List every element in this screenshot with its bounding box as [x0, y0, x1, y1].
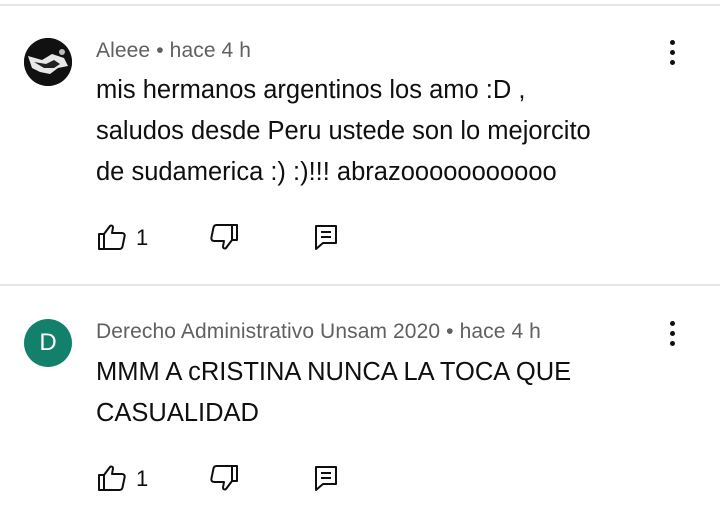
- avatar-letter: D: [39, 329, 57, 356]
- meta-separator: •: [446, 320, 454, 343]
- profile-image: [24, 38, 72, 86]
- comment-meta: Derecho Administrativo Unsam 2020 • hace 4…: [96, 320, 541, 344]
- reply-icon: [315, 466, 337, 491]
- like-button[interactable]: [96, 462, 128, 494]
- author-name[interactable]: Derecho Administrativo Unsam 2020: [96, 320, 440, 343]
- comment-actions: 1: [96, 462, 356, 494]
- author-name[interactable]: Aleee: [96, 39, 150, 62]
- thumbs-down-icon: [210, 224, 238, 250]
- comment-text-line: mis hermanos argentinos los amo :D ,: [96, 76, 526, 104]
- like-button[interactable]: [96, 221, 128, 253]
- more-vertical-icon: [670, 40, 675, 45]
- thumbs-down-icon: [210, 465, 238, 491]
- comment-actions: 1: [96, 221, 356, 253]
- thumbs-up-icon: [98, 465, 126, 491]
- comment-text-line: MMM A cRISTINA NUNCA LA TOCA QUE: [96, 358, 572, 386]
- reply-button[interactable]: [310, 221, 342, 253]
- comment-text: MMM A cRISTINA NUNCA LA TOCA QUE CASUALI…: [96, 352, 676, 434]
- more-options-button[interactable]: [660, 37, 684, 69]
- dislike-button[interactable]: [208, 221, 240, 253]
- avatar[interactable]: D: [24, 319, 72, 367]
- comment-text-line: de sudamerica :) :)!!! abrazooooooooooo: [96, 158, 557, 186]
- comment-item: D Derecho Administrativo Unsam 2020 • hace…: [0, 286, 720, 517]
- dislike-button[interactable]: [208, 462, 240, 494]
- thumbs-up-icon: [98, 224, 126, 250]
- reply-icon: [315, 225, 337, 250]
- reply-button[interactable]: [310, 462, 342, 494]
- comment-text-line: saludos desde Peru ustede son lo mejorci…: [96, 117, 591, 145]
- avatar[interactable]: [24, 38, 72, 86]
- like-count: 1: [136, 466, 149, 491]
- like-count: 1: [136, 225, 149, 250]
- comment-item: Aleee • hace 4 h mis hermanos argentinos l…: [0, 0, 720, 284]
- comment-meta: Aleee • hace 4 h: [96, 39, 251, 63]
- comment-time: hace 4 h: [169, 39, 252, 62]
- more-options-button[interactable]: [660, 318, 684, 350]
- comment-text-line: CASUALIDAD: [96, 399, 259, 427]
- meta-separator: •: [156, 39, 164, 62]
- comment-text: mis hermanos argentinos los amo :D , sal…: [96, 70, 676, 193]
- comment-time: hace 4 h: [459, 320, 541, 343]
- more-vertical-icon: [670, 321, 675, 326]
